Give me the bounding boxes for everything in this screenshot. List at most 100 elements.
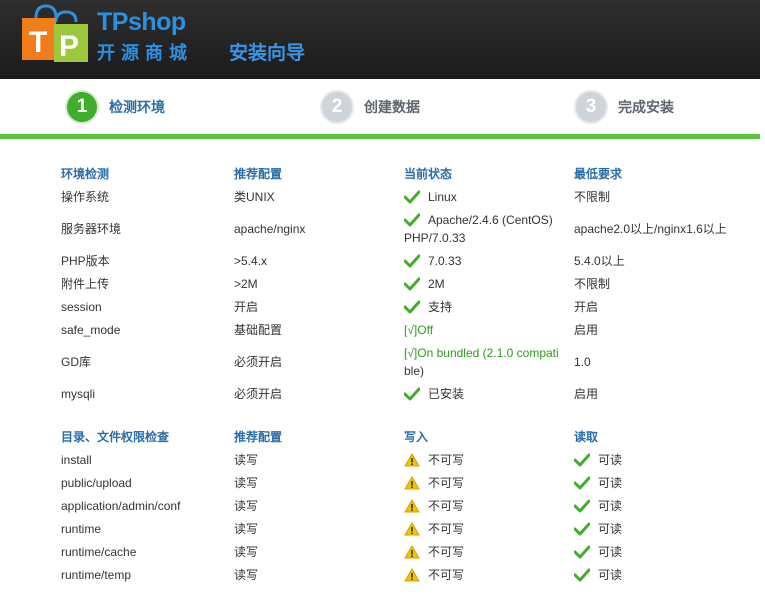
- read-status: 可读: [598, 522, 623, 536]
- permission-recommended: 读写: [234, 453, 259, 467]
- warning-icon: [404, 453, 420, 467]
- step-number-badge: 2: [322, 92, 352, 122]
- wizard-steps: 1 检测环境 2 创建数据 3 完成安装: [0, 79, 760, 139]
- warning-icon: [404, 545, 420, 559]
- column-header: 最低要求: [574, 167, 623, 181]
- env-current: 支持: [404, 298, 569, 316]
- env-minimum: 启用: [574, 323, 599, 337]
- env-current: Apache/2.4.6 (CentOS) PHP/7.0.33: [404, 211, 569, 247]
- write-status: 不可写: [428, 568, 465, 582]
- brand-subtitle: 开源商城: [97, 43, 193, 63]
- tpshop-logo-icon: T P: [22, 4, 88, 63]
- check-icon: [574, 499, 590, 513]
- page-title: 安装向导: [229, 43, 306, 64]
- read-status: 可读: [598, 499, 623, 513]
- permission-path: runtime/temp: [61, 568, 132, 582]
- env-current-value: 已安装: [428, 387, 465, 401]
- step-finish-install: 3 完成安装: [576, 91, 674, 123]
- env-item-name: PHP版本: [61, 254, 110, 268]
- permission-write: 不可写: [404, 451, 569, 469]
- column-header: 当前状态: [404, 167, 453, 181]
- permission-path: public/upload: [61, 476, 132, 490]
- env-minimum: apache2.0以上/nginx1.6以上: [574, 222, 727, 236]
- permission-read: 可读: [574, 566, 754, 584]
- check-icon: [574, 453, 590, 467]
- warning-icon: [404, 476, 420, 490]
- env-current-value-line2: PHP/7.0.33: [404, 231, 466, 245]
- permission-recommended: 读写: [234, 568, 259, 582]
- env-current-value-line2: ble): [404, 364, 425, 378]
- write-status: 不可写: [428, 499, 465, 513]
- env-minimum: 启用: [574, 387, 599, 401]
- permission-read: 可读: [574, 543, 754, 561]
- env-current-value: 支持: [428, 300, 453, 314]
- env-current: Linux: [404, 188, 569, 206]
- check-icon: [404, 213, 420, 227]
- env-minimum: 1.0: [574, 355, 591, 369]
- permission-write: 不可写: [404, 474, 569, 492]
- permission-path: application/admin/conf: [61, 499, 181, 513]
- step-create-data: 2 创建数据: [322, 91, 420, 123]
- env-item-name: 服务器环境: [61, 222, 122, 236]
- step-number-badge: 3: [576, 92, 606, 122]
- warning-icon: [404, 522, 420, 536]
- check-icon: [404, 190, 420, 204]
- svg-text:P: P: [59, 30, 79, 63]
- column-header: 目录、文件权限检查: [61, 430, 170, 444]
- column-header: 写入: [404, 430, 429, 444]
- column-header: 读取: [574, 430, 599, 444]
- write-status: 不可写: [428, 476, 465, 490]
- env-item-name: session: [61, 300, 102, 314]
- step-label: 完成安装: [618, 99, 674, 115]
- top-header: T P TPshop 开源商城 安装向导: [0, 0, 760, 79]
- env-recommended: >5.4.x: [234, 254, 268, 268]
- permission-write: 不可写: [404, 497, 569, 515]
- warning-icon: [404, 568, 420, 582]
- permission-path: runtime/cache: [61, 545, 137, 559]
- env-current: [√]On bundled (2.1.0 compati ble): [404, 344, 569, 380]
- check-icon: [574, 545, 590, 559]
- check-icon: [574, 522, 590, 536]
- env-recommended: 必须开启: [234, 387, 283, 401]
- env-current-value: Apache/2.4.6 (CentOS): [428, 213, 553, 227]
- permission-write: 不可写: [404, 543, 569, 561]
- env-current-value: [√]Off: [404, 323, 434, 337]
- env-current: 7.0.33: [404, 252, 569, 270]
- brand-name: TPshop: [97, 8, 186, 36]
- env-recommended: apache/nginx: [234, 222, 306, 236]
- permission-path: install: [61, 453, 92, 467]
- permission-read: 可读: [574, 497, 754, 515]
- check-icon: [404, 277, 420, 291]
- env-item-name: safe_mode: [61, 323, 121, 337]
- column-header: 推荐配置: [234, 167, 283, 181]
- env-item-name: 操作系统: [61, 190, 110, 204]
- permission-write: 不可写: [404, 566, 569, 584]
- read-status: 可读: [598, 476, 623, 490]
- read-status: 可读: [598, 453, 623, 467]
- permission-write: 不可写: [404, 520, 569, 538]
- read-status: 可读: [598, 545, 623, 559]
- env-current: 2M: [404, 275, 569, 293]
- permission-path: runtime: [61, 522, 102, 536]
- env-recommended: 开启: [234, 300, 259, 314]
- env-recommended: >2M: [234, 277, 258, 291]
- check-icon: [404, 387, 420, 401]
- check-icon: [404, 254, 420, 268]
- permission-recommended: 读写: [234, 545, 259, 559]
- check-icon: [574, 568, 590, 582]
- permission-read: 可读: [574, 520, 754, 538]
- env-item-name: 附件上传: [61, 277, 110, 291]
- permission-recommended: 读写: [234, 476, 259, 490]
- check-icon: [404, 300, 420, 314]
- env-current-value: 2M: [428, 277, 445, 291]
- write-status: 不可写: [428, 545, 465, 559]
- column-header: 推荐配置: [234, 430, 283, 444]
- env-recommended: 必须开启: [234, 355, 283, 369]
- permission-recommended: 读写: [234, 499, 259, 513]
- env-recommended: 基础配置: [234, 323, 283, 337]
- env-minimum: 不限制: [574, 277, 611, 291]
- env-item-name: GD库: [61, 355, 92, 369]
- env-current: 已安装: [404, 385, 569, 403]
- permission-read: 可读: [574, 474, 754, 492]
- step-label: 检测环境: [109, 99, 165, 115]
